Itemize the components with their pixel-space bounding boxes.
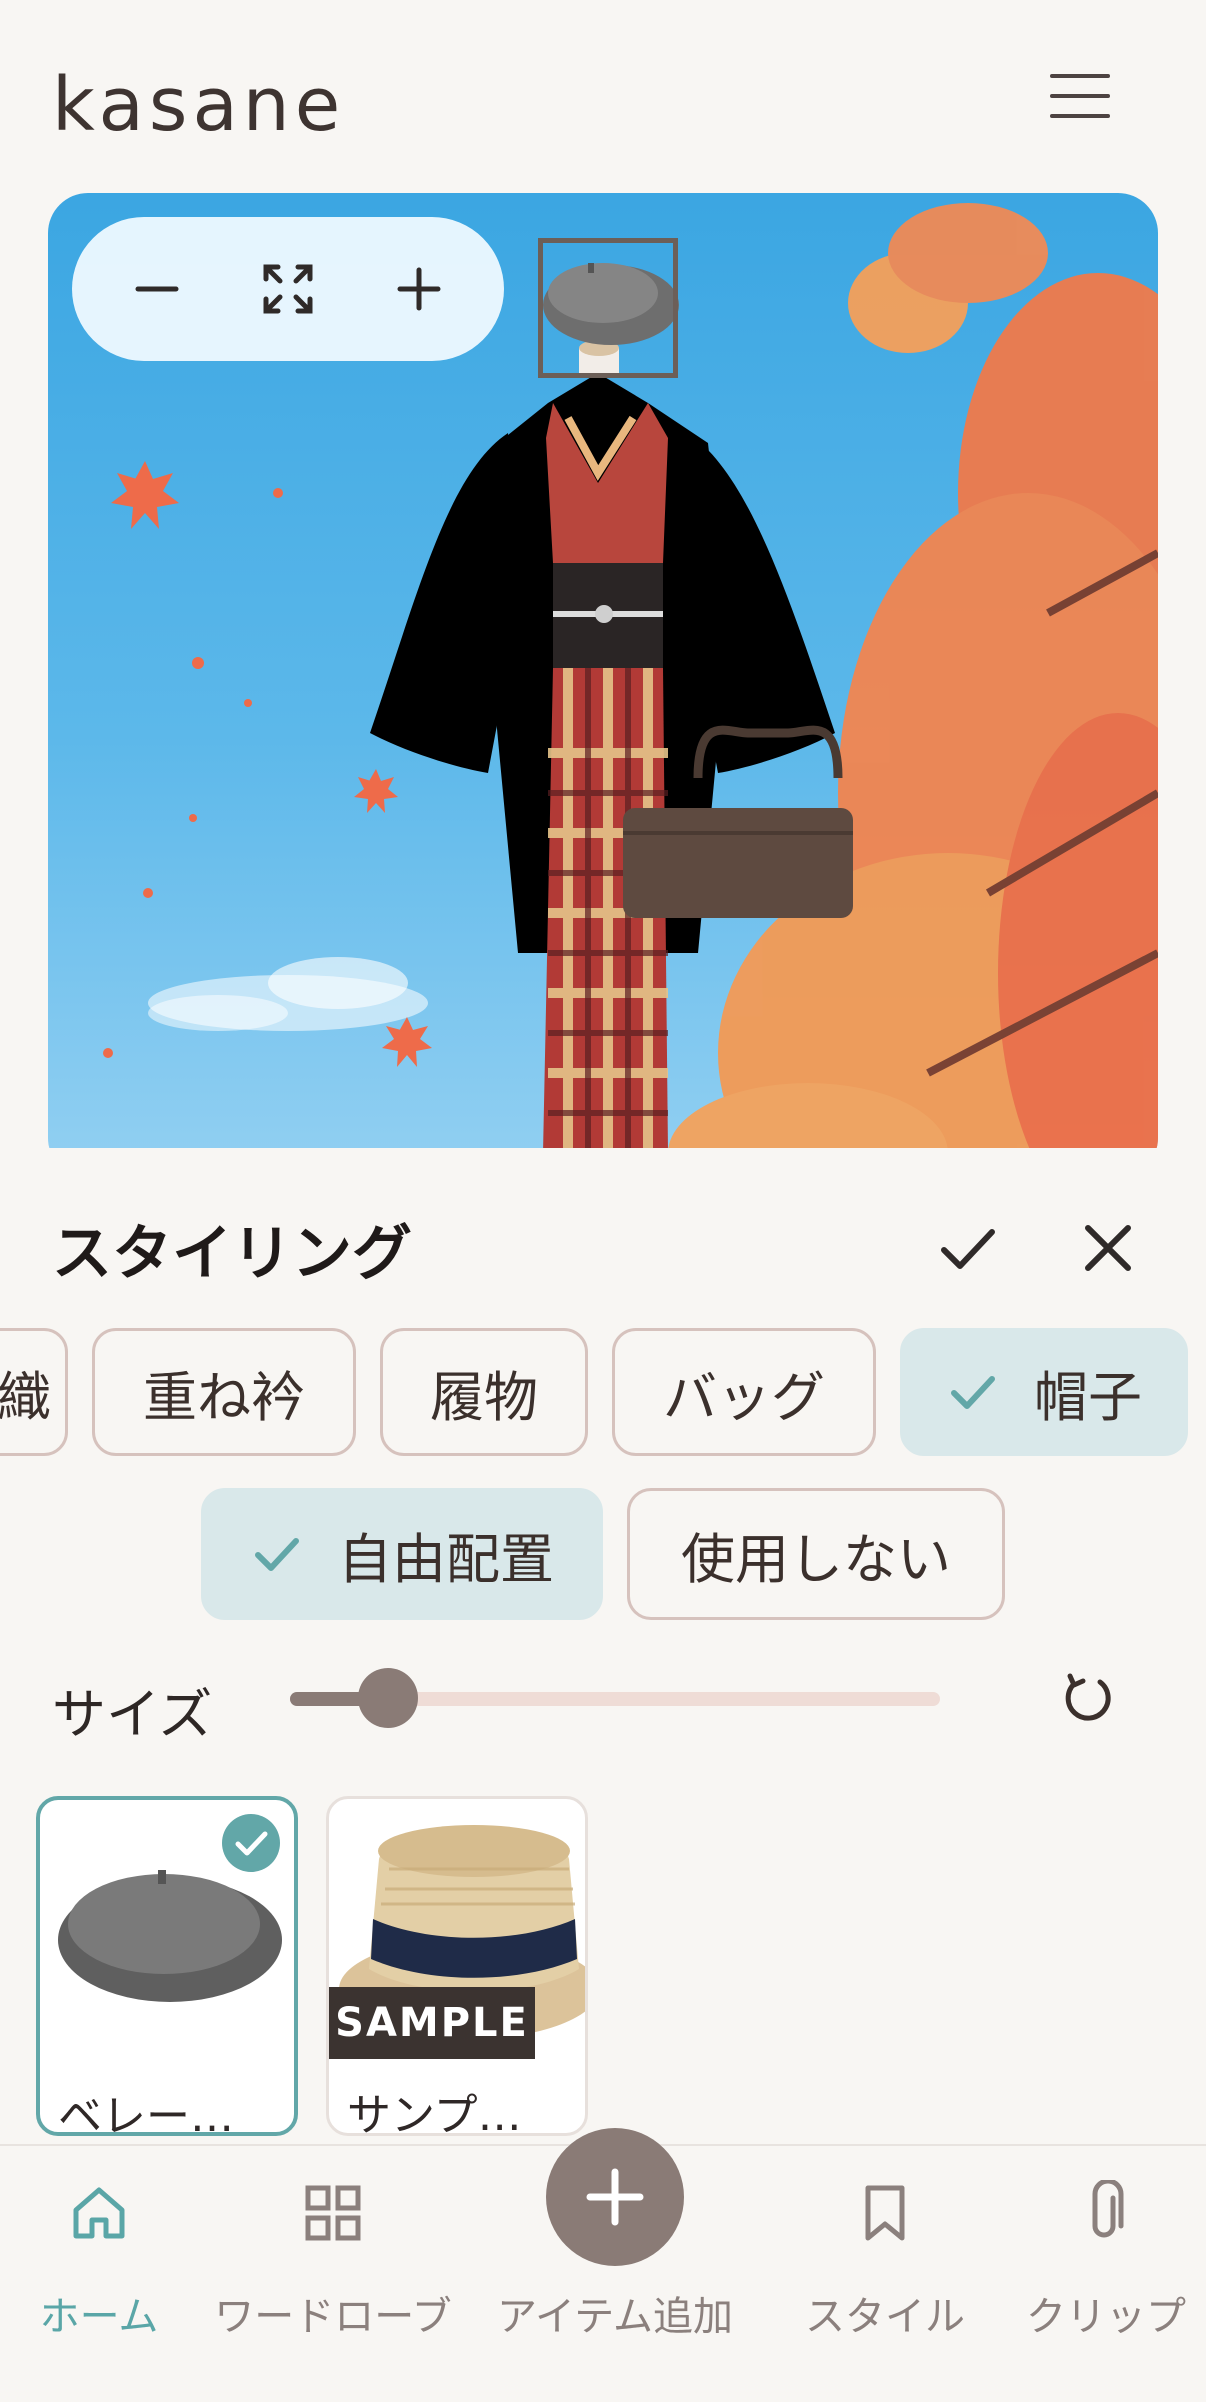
nav-label: スタイル <box>805 2294 965 2340</box>
close-icon <box>1085 1225 1131 1271</box>
nav-home[interactable]: ホーム <box>0 2180 214 2360</box>
size-slider-thumb[interactable] <box>357 1668 418 1728</box>
placement-chip-selected[interactable]: 自由配置 <box>201 1488 603 1620</box>
chip-label: 帽子 <box>1034 1365 1142 1429</box>
nav-label-add: アイテム追加 <box>497 2294 733 2340</box>
chip-label: 自由配置 <box>338 1527 554 1591</box>
item-label: サンプ… <box>347 2090 522 2136</box>
sample-tag: SAMPLE <box>329 1987 535 2059</box>
category-chip[interactable]: 重ね衿 <box>92 1328 356 1456</box>
zoom-controls <box>72 217 504 361</box>
menu-line <box>1050 114 1110 118</box>
item-label: ベレー… <box>58 2091 234 2136</box>
bookmark-icon <box>865 2185 905 2241</box>
paperclip-icon <box>1092 2180 1124 2238</box>
category-chip[interactable]: バッグ <box>612 1328 876 1456</box>
close-button[interactable] <box>1070 1210 1146 1286</box>
minus-icon <box>135 286 179 292</box>
refresh-icon <box>1065 1673 1111 1721</box>
add-item-button[interactable] <box>546 2128 684 2266</box>
nav-label: ホーム <box>39 2294 159 2340</box>
chip-label: 織 <box>0 1365 51 1429</box>
nav-label: クリップ <box>1026 2294 1186 2340</box>
check-icon <box>941 1229 995 1269</box>
sheet-title: スタイリング <box>52 1219 412 1289</box>
item-card[interactable]: SAMPLE サンプ… <box>326 1796 588 2136</box>
chip-label: 履物 <box>430 1365 538 1429</box>
zoom-out-button[interactable] <box>112 244 202 334</box>
fullscreen-icon <box>263 264 313 314</box>
selected-item-frame[interactable] <box>538 238 678 378</box>
plus-icon <box>397 267 441 311</box>
category-chip[interactable]: 履物 <box>380 1328 588 1456</box>
item-card-selected[interactable]: ベレー… <box>36 1796 298 2136</box>
size-label: サイズ <box>52 1683 213 1746</box>
check-icon <box>235 1831 268 1856</box>
app-logo: kasane <box>52 62 346 148</box>
menu-button[interactable] <box>1050 74 1110 118</box>
grid-icon <box>305 2185 361 2241</box>
check-icon <box>255 1538 299 1571</box>
menu-line <box>1050 94 1110 98</box>
category-chip[interactable]: 織 <box>0 1328 68 1456</box>
nav-clip[interactable]: クリップ <box>991 2180 1206 2360</box>
nav-label: ワードローブ <box>214 2294 452 2340</box>
reset-size-button[interactable] <box>1056 1668 1118 1730</box>
chip-label: 使用しない <box>681 1527 951 1591</box>
chip-label: 重ね衿 <box>143 1365 305 1429</box>
menu-line <box>1050 74 1110 78</box>
plus-icon <box>586 2168 644 2226</box>
selected-badge <box>222 1814 280 1872</box>
confirm-button[interactable] <box>930 1210 1006 1286</box>
zoom-in-button[interactable] <box>374 244 464 334</box>
category-chip-selected[interactable]: 帽子 <box>900 1328 1188 1456</box>
check-icon <box>951 1376 995 1409</box>
placement-chip[interactable]: 使用しない <box>627 1488 1005 1620</box>
fit-screen-button[interactable] <box>243 244 333 334</box>
chip-label: バッグ <box>663 1365 825 1429</box>
nav-wardrobe[interactable]: ワードローブ <box>214 2180 452 2360</box>
nav-style[interactable]: スタイル <box>770 2180 1000 2360</box>
home-icon <box>73 2187 125 2239</box>
